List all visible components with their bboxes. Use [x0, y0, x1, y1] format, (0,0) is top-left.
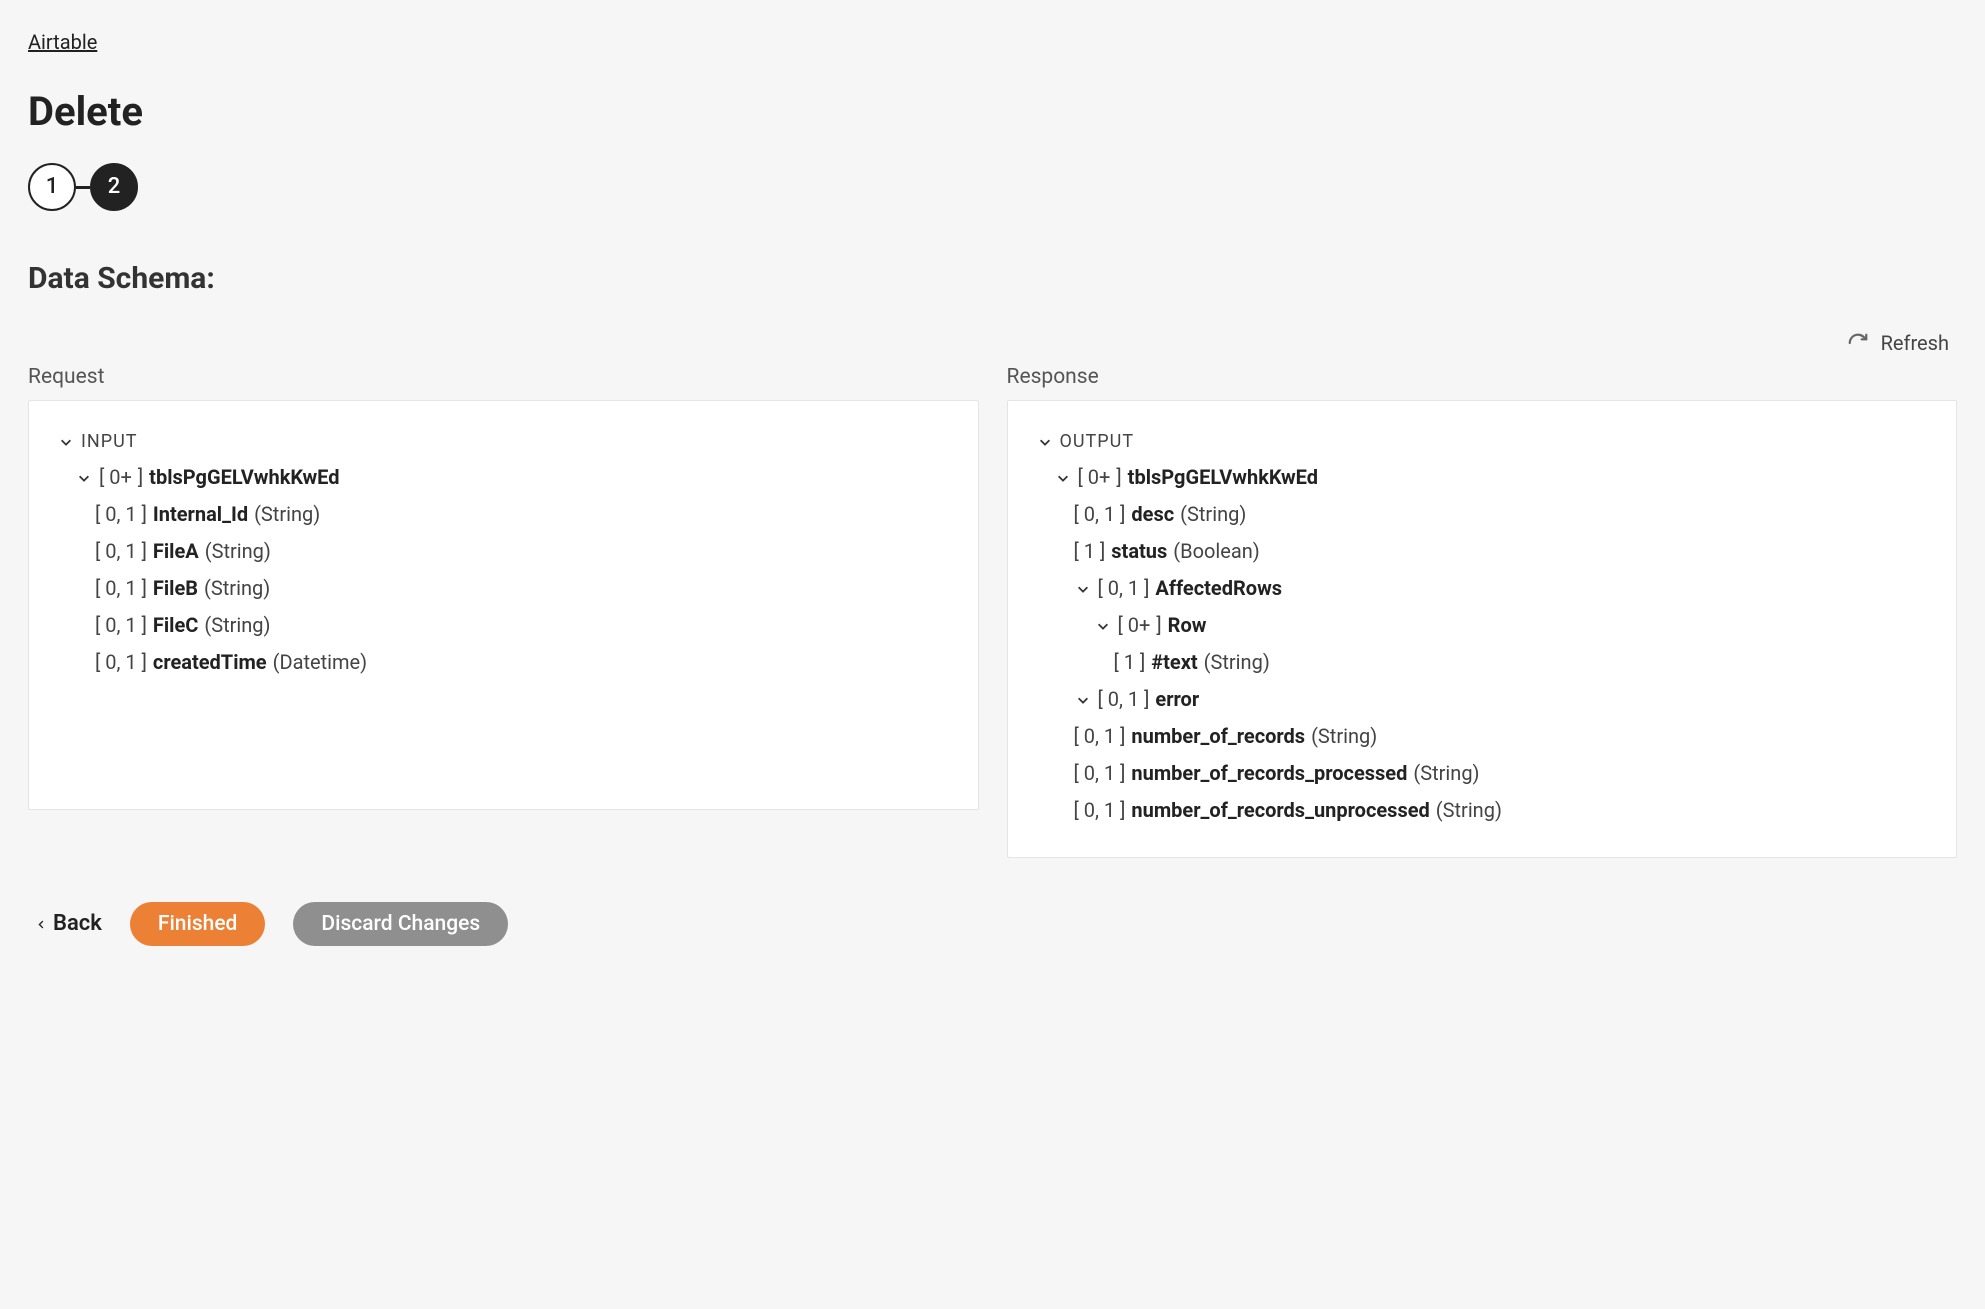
- field-name: desc: [1131, 500, 1174, 529]
- field-type: (String): [204, 574, 270, 603]
- tree-leaf[interactable]: [ 0, 1 ] createdTime (Datetime): [57, 644, 950, 681]
- field-name: FileB: [153, 574, 198, 603]
- cardinality-suffix: ]: [1156, 611, 1161, 640]
- request-panel: INPUT [ 0+ ] tblsPgGELVwhkKwEd [ 0, 1 ] …: [28, 400, 979, 810]
- response-panel: OUTPUT [ 0+ ] tblsPgGELVwhkKwEd [ 0, 1 ]…: [1007, 400, 1958, 858]
- tree-root-output[interactable]: OUTPUT: [1036, 425, 1929, 459]
- field-name: FileC: [153, 611, 198, 640]
- chevron-left-icon: [36, 919, 47, 930]
- field-name: Internal_Id: [153, 500, 248, 529]
- cardinality: [ 1 ]: [1114, 648, 1146, 677]
- cardinality: [ 1 ]: [1074, 537, 1106, 566]
- tree-node-table[interactable]: [ 0+ ] tblsPgGELVwhkKwEd: [57, 459, 950, 496]
- stepper: 1 2: [28, 163, 1957, 211]
- request-label: Request: [28, 362, 979, 392]
- chevron-down-icon[interactable]: [1074, 693, 1092, 707]
- step-1[interactable]: 1: [28, 163, 76, 211]
- cardinality: [ 0, 1 ]: [95, 648, 147, 677]
- table-name: tblsPgGELVwhkKwEd: [149, 463, 339, 492]
- tree-node-affectedrows[interactable]: [ 0, 1 ] AffectedRows: [1036, 570, 1929, 607]
- section-title: Data Schema:: [28, 257, 1957, 301]
- tree-node-error[interactable]: [ 0, 1 ] error: [1036, 681, 1929, 718]
- chevron-down-icon[interactable]: [1074, 582, 1092, 596]
- field-type: (String): [1180, 500, 1246, 529]
- cardinality: [ 0, 1 ]: [1098, 685, 1150, 714]
- chevron-down-icon[interactable]: [75, 471, 93, 485]
- cardinality: [ 0, 1 ]: [1098, 574, 1150, 603]
- field-name: number_of_records: [1131, 722, 1305, 751]
- tree-leaf[interactable]: [ 0, 1 ] FileC (String): [57, 607, 950, 644]
- tree-leaf[interactable]: [ 1 ] status (Boolean): [1036, 533, 1929, 570]
- tree-leaf[interactable]: [ 1 ] #text (String): [1036, 644, 1929, 681]
- field-name: FileA: [153, 537, 199, 566]
- table-name: tblsPgGELVwhkKwEd: [1128, 463, 1318, 492]
- back-label: Back: [53, 908, 102, 940]
- tree-node-row[interactable]: [ 0+ ] Row: [1036, 607, 1929, 644]
- cardinality: [ 0, 1 ]: [1074, 796, 1126, 825]
- tree-root-label: OUTPUT: [1060, 429, 1135, 455]
- cardinality: [ 0+: [1118, 611, 1151, 640]
- cardinality: [ 0, 1 ]: [95, 500, 147, 529]
- node-name: Row: [1168, 611, 1207, 640]
- field-type: (String): [1204, 648, 1270, 677]
- field-type: (Boolean): [1173, 537, 1259, 566]
- field-name: status: [1111, 537, 1167, 566]
- field-name: #text: [1151, 648, 1197, 677]
- cardinality-suffix: ]: [1116, 463, 1121, 492]
- tree-root-input[interactable]: INPUT: [57, 425, 950, 459]
- field-type: (Datetime): [273, 648, 368, 677]
- tree-leaf[interactable]: [ 0, 1 ] number_of_records_processed (St…: [1036, 755, 1929, 792]
- response-label: Response: [1007, 362, 1958, 392]
- refresh-button[interactable]: Refresh: [1839, 325, 1957, 362]
- cardinality-suffix: ]: [138, 463, 143, 492]
- tree-leaf[interactable]: [ 0, 1 ] number_of_records (String): [1036, 718, 1929, 755]
- step-2[interactable]: 2: [90, 163, 138, 211]
- tree-leaf[interactable]: [ 0, 1 ] FileA (String): [57, 533, 950, 570]
- step-connector: [76, 186, 90, 189]
- node-name: error: [1155, 685, 1199, 714]
- field-type: (String): [205, 537, 271, 566]
- breadcrumb-airtable[interactable]: Airtable: [28, 30, 97, 54]
- tree-node-table[interactable]: [ 0+ ] tblsPgGELVwhkKwEd: [1036, 459, 1929, 496]
- field-type: (String): [1436, 796, 1502, 825]
- field-name: number_of_records_processed: [1131, 759, 1407, 788]
- cardinality: [ 0+: [99, 463, 132, 492]
- cardinality: [ 0, 1 ]: [95, 537, 147, 566]
- chevron-down-icon[interactable]: [57, 435, 75, 449]
- field-type: (String): [1413, 759, 1479, 788]
- refresh-icon: [1847, 332, 1869, 354]
- chevron-down-icon[interactable]: [1054, 471, 1072, 485]
- back-button[interactable]: Back: [36, 908, 102, 940]
- node-name: AffectedRows: [1155, 574, 1282, 603]
- tree-leaf[interactable]: [ 0, 1 ] FileB (String): [57, 570, 950, 607]
- tree-leaf[interactable]: [ 0, 1 ] Internal_Id (String): [57, 496, 950, 533]
- field-type: (String): [204, 611, 270, 640]
- cardinality: [ 0+: [1078, 463, 1111, 492]
- discard-changes-button[interactable]: Discard Changes: [293, 902, 508, 946]
- cardinality: [ 0, 1 ]: [95, 574, 147, 603]
- field-name: number_of_records_unprocessed: [1131, 796, 1429, 825]
- tree-leaf[interactable]: [ 0, 1 ] number_of_records_unprocessed (…: [1036, 792, 1929, 829]
- cardinality: [ 0, 1 ]: [1074, 759, 1126, 788]
- cardinality: [ 0, 1 ]: [1074, 722, 1126, 751]
- refresh-label: Refresh: [1881, 329, 1949, 358]
- page-title: Delete: [28, 83, 1957, 141]
- field-type: (String): [254, 500, 320, 529]
- chevron-down-icon[interactable]: [1036, 435, 1054, 449]
- tree-root-label: INPUT: [81, 429, 138, 455]
- finished-button[interactable]: Finished: [130, 902, 266, 946]
- cardinality: [ 0, 1 ]: [1074, 500, 1126, 529]
- chevron-down-icon[interactable]: [1094, 619, 1112, 633]
- tree-leaf[interactable]: [ 0, 1 ] desc (String): [1036, 496, 1929, 533]
- cardinality: [ 0, 1 ]: [95, 611, 147, 640]
- field-type: (String): [1311, 722, 1377, 751]
- field-name: createdTime: [153, 648, 267, 677]
